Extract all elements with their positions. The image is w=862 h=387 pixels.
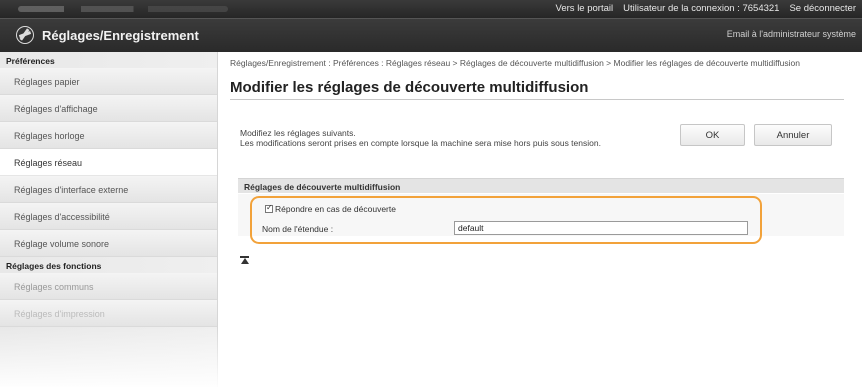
- ok-button[interactable]: OK: [680, 124, 745, 146]
- sidebar-fade-overlay: [0, 327, 218, 387]
- user-label: Utilisateur de la connexion : 7654321: [623, 3, 779, 14]
- sidebar-item-display[interactable]: Réglages d'affichage: [0, 95, 217, 122]
- settings-logo-icon: [16, 26, 34, 44]
- back-to-top-icon[interactable]: [240, 256, 249, 264]
- sidebar-item-common[interactable]: Réglages communs: [0, 273, 217, 300]
- instructions: Modifiez les réglages suivants. Les modi…: [240, 128, 640, 148]
- sidebar-item-accessibility[interactable]: Réglages d'accessibilité: [0, 203, 217, 230]
- portal-link[interactable]: Vers le portail: [556, 3, 614, 14]
- blurred-device-name: [18, 6, 228, 12]
- sidebar-item-external-interface[interactable]: Réglages d'interface externe: [0, 176, 217, 203]
- app-header: Réglages/Enregistrement Email à l'admini…: [0, 18, 862, 52]
- breadcrumb: Réglages/Enregistrement : Préférences : …: [230, 58, 800, 68]
- sidebar-section-preferences: Préférences: [6, 56, 55, 66]
- sidebar-item-network[interactable]: Réglages réseau: [0, 149, 217, 176]
- main-content: Réglages/Enregistrement : Préférences : …: [230, 58, 856, 264]
- instruction-line-1: Modifiez les réglages suivants.: [240, 128, 356, 138]
- sidebar-item-print[interactable]: Réglages d'impression: [0, 300, 217, 327]
- sidebar: Préférences Réglages papier Réglages d'a…: [0, 52, 218, 387]
- sidebar-section-functions: Réglages des fonctions: [6, 261, 102, 271]
- page-title: Modifier les réglages de découverte mult…: [230, 79, 589, 96]
- panel-header: Réglages de découverte multidiffusion: [238, 178, 844, 193]
- callout-highlight: [250, 196, 762, 244]
- title-divider: [230, 99, 844, 100]
- top-links: Vers le portail Utilisateur de la connex…: [556, 3, 856, 14]
- admin-mail-link[interactable]: Email à l'administrateur système: [727, 29, 856, 39]
- app-title: Réglages/Enregistrement: [42, 28, 199, 43]
- logout-link[interactable]: Se déconnecter: [789, 3, 856, 14]
- user-label-text: Utilisateur de la connexion :: [623, 3, 740, 14]
- cancel-button[interactable]: Annuler: [754, 124, 832, 146]
- sidebar-item-paper[interactable]: Réglages papier: [0, 68, 217, 95]
- instruction-line-2: Les modifications seront prises en compt…: [240, 138, 601, 148]
- sidebar-item-clock[interactable]: Réglages horloge: [0, 122, 217, 149]
- sidebar-item-volume[interactable]: Réglage volume sonore: [0, 230, 217, 257]
- user-id: 7654321: [742, 3, 780, 14]
- top-bar: Vers le portail Utilisateur de la connex…: [0, 0, 862, 18]
